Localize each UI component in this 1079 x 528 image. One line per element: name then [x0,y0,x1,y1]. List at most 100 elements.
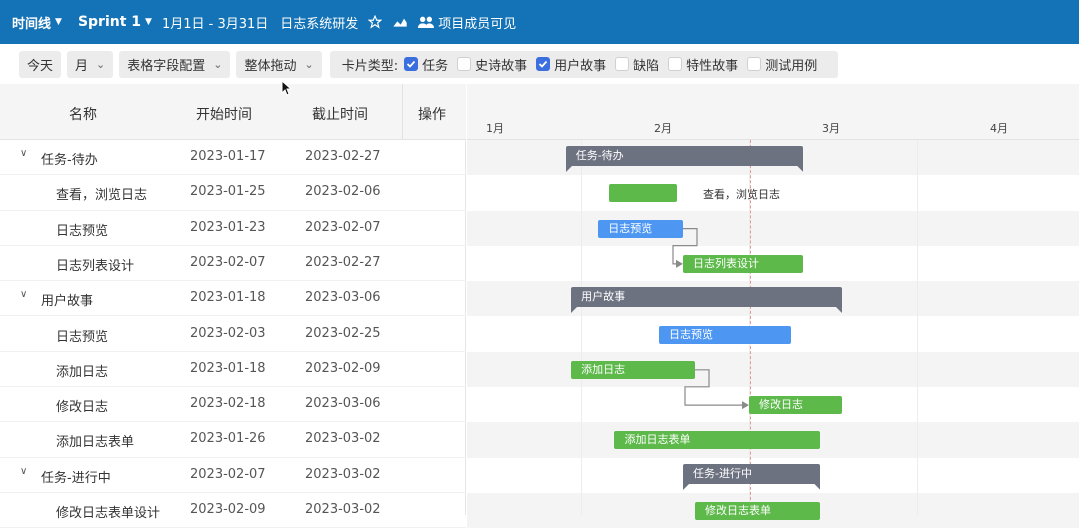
card-type-option-label: 缺陷 [633,58,660,74]
task-table: 名称 开始时间 截止时间 操作 ∨ 任务-待办 2023-01-17 2023-02-… [0,84,466,528]
card-type-option-label: 特性故事 [686,58,739,74]
table-header: 名称 开始时间 截止时间 操作 [0,84,466,140]
collapse-chevron-icon[interactable]: ∨ [20,289,27,300]
dependency-links [672,228,749,410]
sprint-label: Sprint 1 [77,14,142,30]
sprint-selector[interactable]: Sprint 1 ▼ [78,14,152,30]
row-end-date: 2023-03-02 [305,431,381,447]
date-range: 1月1日 - 3月31日 [161,16,269,32]
row-name: 修改日志表单设计 [56,506,161,521]
top-bar: 时间线 ▼ Sprint 1 ▼ 1月1日 - 3月31日 日志系统研发 项目成… [0,0,1079,44]
row-name: 日志预览 [56,223,109,239]
gantt-chart: 1月 2月 3月 4月 任务-待办 查看，浏览日志 日志预览 日志列表设计 用户故事 日志预览添… [467,84,1079,528]
column-end-header: 截止时间 [312,107,368,123]
row-start-date: 2023-01-26 [190,431,266,447]
row-name: 任务-待办 [41,153,98,168]
today-button[interactable]: 今天 [19,50,62,78]
table-row[interactable]: 日志列表设计 2023-02-07 2023-02-27 [0,246,466,282]
row-start-date: 2023-01-23 [190,219,266,235]
table-row[interactable]: 日志预览 2023-02-03 2023-02-25 [0,317,466,352]
table-row[interactable]: 添加日志 2023-01-18 2023-02-09 [0,352,466,388]
card-type-option-label: 测试用例 [765,58,818,74]
row-name: 任务-进行中 [41,470,111,486]
chart-icon[interactable] [392,15,408,29]
table-row[interactable]: 修改日志表单设计 2023-02-09 2023-03-02 [0,493,466,528]
row-start-date: 2023-01-25 [190,184,266,200]
row-start-date: 2023-01-17 [190,149,266,164]
group-row[interactable]: ∨ 任务-待办 2023-01-17 2023-02-27 [0,140,466,176]
row-name: 添加日志表单 [56,435,135,451]
card-type-option[interactable]: 测试用例 [747,55,817,74]
dependency-link [684,369,744,406]
row-start-date: 2023-02-07 [190,466,266,482]
card-type-option[interactable]: 任务 [404,55,448,74]
chevron-down-icon: ⌄ [213,57,223,71]
row-start-date: 2023-01-18 [190,360,266,376]
row-name: 日志列表设计 [56,258,135,274]
card-type-option[interactable]: 用户故事 [536,55,606,74]
table-row[interactable]: 日志预览 2023-01-23 2023-02-07 [0,211,466,246]
view-label: 时间线 [12,16,52,32]
row-start-date: 2023-02-03 [190,325,266,341]
row-end-date: 2023-03-06 [305,396,381,412]
scale-dropdown[interactable]: 月 ⌄ [67,50,114,78]
toolbar: 今天 月 ⌄ 表格字段配置 ⌄ 整体拖动 ⌄ 卡片类型: 任务 史诗故事 用户故事 缺… [0,44,1079,84]
column-start-header: 开始时间 [196,107,252,123]
row-start-date: 2023-02-07 [190,254,266,270]
project-name: 日志系统研发 [280,16,359,32]
checkbox-icon[interactable] [615,57,630,71]
row-end-date: 2023-02-06 [305,184,381,200]
checkbox-checked-icon[interactable] [404,57,419,71]
arrow-head-icon [676,259,683,268]
chevron-down-icon: ⌄ [96,57,106,71]
caret-down-icon: ▼ [145,17,152,27]
dependency-link [672,228,698,265]
row-end-date: 2023-02-27 [305,149,381,164]
team-icon [418,15,435,29]
card-type-filter: 卡片类型: 任务 史诗故事 用户故事 缺陷 特性故事 测试用例 [329,50,839,78]
card-type-option[interactable]: 史诗故事 [457,55,527,74]
drag-mode-dropdown[interactable]: 整体拖动 ⌄ [236,50,322,78]
table-row[interactable]: 查看，浏览日志 2023-01-25 2023-02-06 [0,175,466,211]
drag-mode-label: 整体拖动 [244,58,297,74]
visibility-label[interactable]: 项目成员可见 [438,13,516,32]
card-type-option-label: 任务 [422,58,449,74]
column-name-header: 名称 [69,107,97,123]
field-config-label: 表格字段配置 [127,58,206,74]
group-row[interactable]: ∨ 用户故事 2023-01-18 2023-03-06 [0,281,466,317]
column-action-header: 操作 [418,107,446,123]
view-switcher[interactable]: 时间线 ▼ [12,13,62,32]
collapse-chevron-icon[interactable]: ∨ [20,466,27,477]
row-end-date: 2023-03-06 [305,290,381,306]
row-name: 添加日志 [56,364,109,380]
checkbox-icon[interactable] [457,57,472,71]
scale-label: 月 [75,58,89,74]
collapse-chevron-icon[interactable]: ∨ [20,148,27,159]
group-row[interactable]: ∨ 任务-进行中 2023-02-07 2023-03-02 [0,458,466,493]
table-row[interactable]: 修改日志 2023-02-18 2023-03-06 [0,387,466,423]
timeline-grid: 名称 开始时间 截止时间 操作 ∨ 任务-待办 2023-01-17 2023-02-… [0,84,1079,528]
table-row[interactable]: 添加日志表单 2023-01-26 2023-03-02 [0,422,466,458]
card-type-option[interactable]: 缺陷 [615,55,659,74]
row-end-date: 2023-02-09 [305,360,381,376]
checkbox-icon[interactable] [747,57,762,71]
row-name: 修改日志 [56,400,109,416]
row-name: 日志预览 [56,329,109,345]
card-type-option[interactable]: 特性故事 [668,55,738,74]
row-start-date: 2023-01-18 [190,290,266,306]
row-end-date: 2023-02-07 [305,219,381,235]
star-icon[interactable] [368,15,383,29]
chevron-down-icon: ⌄ [304,57,314,71]
row-name: 查看，浏览日志 [56,188,148,204]
row-end-date: 2023-03-02 [305,466,381,482]
row-start-date: 2023-02-18 [190,396,266,412]
arrow-head-icon [742,401,749,410]
card-type-option-label: 用户故事 [554,58,607,74]
card-type-label: 卡片类型: [341,58,399,74]
checkbox-icon[interactable] [668,57,683,71]
card-type-option-label: 史诗故事 [475,58,528,74]
checkbox-checked-icon[interactable] [536,57,551,71]
chevron-down-icon: ▼ [55,17,62,27]
column-divider [402,84,403,140]
field-config-dropdown[interactable]: 表格字段配置 ⌄ [119,50,231,78]
